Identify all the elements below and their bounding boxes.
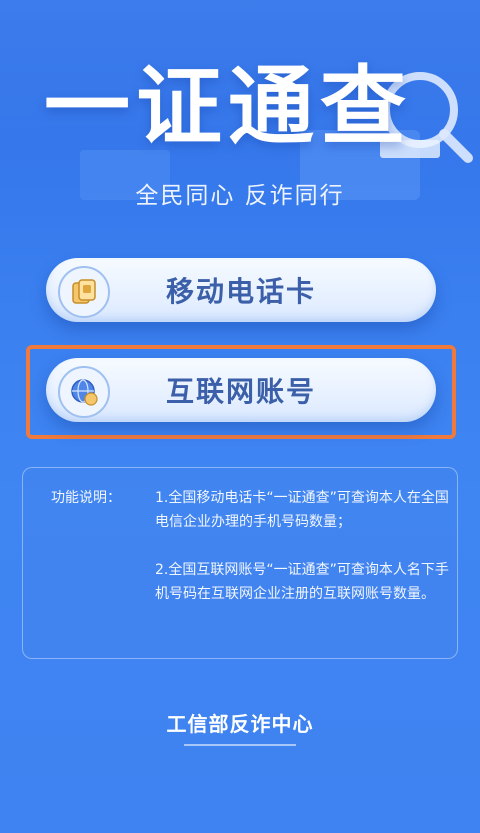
feature-description-item: 1.全国移动电话卡“一证通查”可查询本人在全国电信企业办理的手机号码数量； <box>155 490 449 530</box>
app-title: 一证通查 <box>44 57 412 157</box>
internet-account-label: 互联网账号 <box>165 375 316 408</box>
feature-description-label: 功能说明： <box>51 490 121 506</box>
mobile-card-button[interactable]: 移动电话卡 <box>46 258 436 322</box>
footer-org-name: 工信部反诈中心 <box>166 712 314 736</box>
mobile-card-label: 移动电话卡 <box>165 275 316 308</box>
footer-divider <box>184 744 296 746</box>
slogan: 全民同心 反诈同行 <box>135 183 345 209</box>
feature-description-box: 功能说明： 1.全国移动电话卡“一证通查”可查询本人在全国电信企业办理的手机号码… <box>22 467 458 659</box>
feature-description-item: 2.全国互联网账号“一证通查”可查询本人名下手机号码在互联网企业注册的互联网账号… <box>155 562 449 602</box>
internet-account-button[interactable]: 互联网账号 <box>46 358 436 422</box>
hero-banner: 一证通查 全民同心 反诈同行 <box>0 0 480 250</box>
